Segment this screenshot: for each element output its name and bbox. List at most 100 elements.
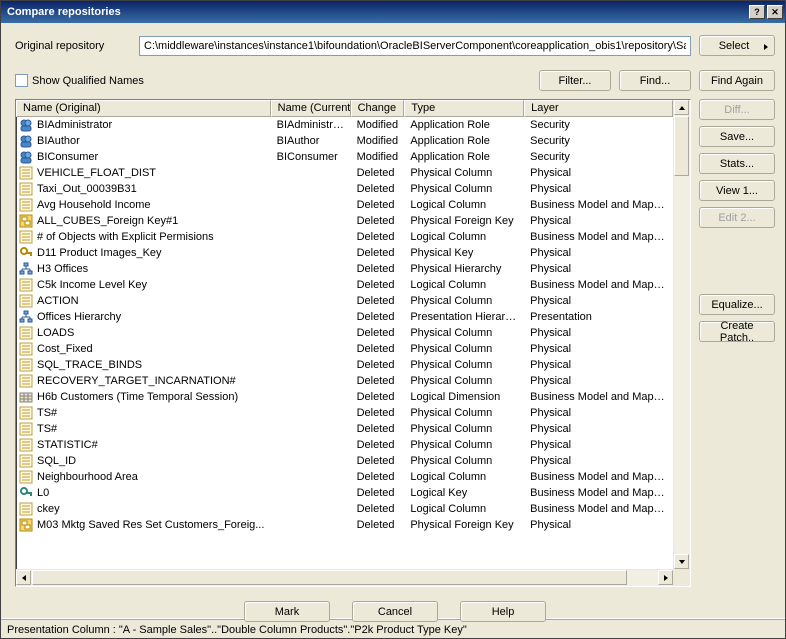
row-name: L0 (37, 485, 49, 501)
row-layer: Physical (524, 293, 673, 309)
row-current (271, 277, 351, 293)
create-patch-button[interactable]: Create Patch.. (699, 321, 775, 342)
table-body[interactable]: BIAdministratorBIAdministratorModifiedAp… (16, 117, 673, 569)
table-row[interactable]: Neighbourhood AreaDeletedLogical ColumnB… (16, 469, 673, 485)
row-name: H6b Customers (Time Temporal Session) (37, 389, 238, 405)
view1-button[interactable]: View 1... (699, 180, 775, 201)
row-name: C5k Income Level Key (37, 277, 147, 293)
row-name: M03 Mktg Saved Res Set Customers_Foreig.… (37, 517, 264, 533)
vertical-scrollbar[interactable] (673, 100, 690, 569)
table-row[interactable]: STATISTIC#DeletedPhysical ColumnPhysical (16, 437, 673, 453)
table-row[interactable]: LOADSDeletedPhysical ColumnPhysical (16, 325, 673, 341)
table-row[interactable]: VEHICLE_FLOAT_DISTDeletedPhysical Column… (16, 165, 673, 181)
row-change: Deleted (351, 373, 405, 389)
table-row[interactable]: Taxi_Out_00039B31DeletedPhysical ColumnP… (16, 181, 673, 197)
table-row[interactable]: C5k Income Level KeyDeletedLogical Colum… (16, 277, 673, 293)
row-layer: Physical (524, 373, 673, 389)
table-row[interactable]: H6b Customers (Time Temporal Session)Del… (16, 389, 673, 405)
table-row[interactable]: ACTIONDeletedPhysical ColumnPhysical (16, 293, 673, 309)
table-row[interactable]: L0DeletedLogical KeyBusiness Model and M… (16, 485, 673, 501)
role-icon (19, 118, 33, 132)
row-layer: Physical (524, 261, 673, 277)
table-row[interactable]: M03 Mktg Saved Res Set Customers_Foreig.… (16, 517, 673, 533)
table-row[interactable]: Cost_FixedDeletedPhysical ColumnPhysical (16, 341, 673, 357)
horizontal-scrollbar[interactable] (16, 569, 673, 586)
cancel-button[interactable]: Cancel (352, 601, 438, 622)
table-row[interactable]: BIAdministratorBIAdministratorModifiedAp… (16, 117, 673, 133)
table-row[interactable]: ALL_CUBES_Foreign Key#1DeletedPhysical F… (16, 213, 673, 229)
row-layer: Physical (524, 357, 673, 373)
col-icon (19, 422, 33, 436)
col-name-original[interactable]: Name (Original) (16, 100, 271, 117)
save-button[interactable]: Save... (699, 126, 775, 147)
filter-button[interactable]: Filter... (539, 70, 611, 91)
row-type: Logical Column (404, 197, 524, 213)
col-layer[interactable]: Layer (524, 100, 673, 117)
row-layer: Physical (524, 165, 673, 181)
table-row[interactable]: D11 Product Images_KeyDeletedPhysical Ke… (16, 245, 673, 261)
row-type: Physical Column (404, 453, 524, 469)
row-current (271, 373, 351, 389)
row-type: Physical Column (404, 437, 524, 453)
hscroll-thumb[interactable] (32, 570, 627, 585)
close-window-button[interactable]: ✕ (767, 5, 783, 19)
original-repo-path-input[interactable] (139, 36, 691, 56)
table-row[interactable]: SQL_TRACE_BINDSDeletedPhysical ColumnPhy… (16, 357, 673, 373)
table-row[interactable]: Avg Household IncomeDeletedLogical Colum… (16, 197, 673, 213)
help-button[interactable]: Help (460, 601, 546, 622)
row-name: VEHICLE_FLOAT_DIST (37, 165, 156, 181)
row-current: BIAdministrator (271, 117, 351, 133)
col-change[interactable]: Change (351, 100, 405, 117)
col-icon (19, 278, 33, 292)
help-window-button[interactable]: ? (749, 5, 765, 19)
row-current (271, 325, 351, 341)
find-button[interactable]: Find... (619, 70, 691, 91)
scroll-up-button[interactable] (674, 100, 689, 115)
table-row[interactable]: TS#DeletedPhysical ColumnPhysical (16, 405, 673, 421)
table-row[interactable]: BIAuthorBIAuthorModifiedApplication Role… (16, 133, 673, 149)
table-row[interactable]: TS#DeletedPhysical ColumnPhysical (16, 421, 673, 437)
show-qualified-checkbox[interactable] (15, 74, 28, 87)
table-row[interactable]: SQL_IDDeletedPhysical ColumnPhysical (16, 453, 673, 469)
table-row[interactable]: Offices HierarchyDeletedPresentation Hie… (16, 309, 673, 325)
col-name-current[interactable]: Name (Current) (271, 100, 351, 117)
row-name: H3 Offices (37, 261, 88, 277)
vscroll-thumb[interactable] (674, 116, 689, 176)
edit2-button[interactable]: Edit 2... (699, 207, 775, 228)
row-current (271, 421, 351, 437)
col-type[interactable]: Type (404, 100, 524, 117)
stats-button[interactable]: Stats... (699, 153, 775, 174)
row-name: SQL_TRACE_BINDS (37, 357, 142, 373)
row-change: Deleted (351, 181, 405, 197)
equalize-button[interactable]: Equalize... (699, 294, 775, 315)
row-type: Physical Column (404, 293, 524, 309)
col-icon (19, 374, 33, 388)
mark-button[interactable]: Mark (244, 601, 330, 622)
row-type: Physical Column (404, 357, 524, 373)
row-layer: Business Model and Mapping (524, 389, 673, 405)
main-row: Name (Original) Name (Current) Change Ty… (15, 99, 775, 587)
scroll-left-button[interactable] (16, 570, 31, 585)
table-row[interactable]: ckeyDeletedLogical ColumnBusiness Model … (16, 501, 673, 517)
table-row[interactable]: RECOVERY_TARGET_INCARNATION# Deleted Physi… (16, 373, 673, 389)
row-change: Deleted (351, 453, 405, 469)
table-row[interactable]: # of Objects with Explicit PermisionsDel… (16, 229, 673, 245)
table-row[interactable]: BIConsumerBIConsumerModifiedApplication … (16, 149, 673, 165)
row-layer: Physical (524, 517, 673, 533)
select-button[interactable]: Select (699, 35, 775, 56)
col-icon (19, 230, 33, 244)
scroll-right-button[interactable] (658, 570, 673, 585)
row-layer: Business Model and Mapping (524, 469, 673, 485)
find-again-button[interactable]: Find Again (699, 70, 775, 91)
diff-button[interactable]: Diff... (699, 99, 775, 120)
row-name: RECOVERY_TARGET_INCARNATION# (37, 373, 236, 389)
row-name: BIAuthor (37, 133, 80, 149)
table-row[interactable]: H3 OfficesDeletedPhysical HierarchyPhysi… (16, 261, 673, 277)
scroll-down-button[interactable] (674, 554, 689, 569)
row-current (271, 517, 351, 533)
col-icon (19, 326, 33, 340)
row-type: Physical Column (404, 181, 524, 197)
key-icon (19, 246, 33, 260)
row-layer: Security (524, 133, 673, 149)
col-icon (19, 406, 33, 420)
